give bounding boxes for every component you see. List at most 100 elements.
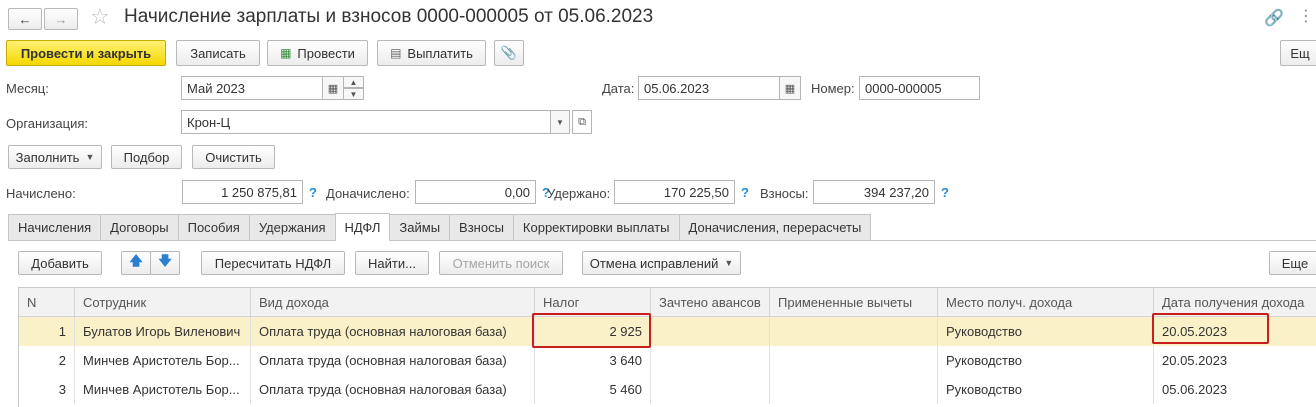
pay-button-label: Выплатить	[407, 45, 473, 61]
employee-cell[interactable]: Булатов Игорь Виленович	[75, 317, 251, 346]
income-type-cell[interactable]: Оплата труда (основная налоговая база)	[251, 346, 535, 375]
column-header-income-place[interactable]: Место получ. дохода	[938, 288, 1154, 317]
withheld-help-icon[interactable]: ?	[741, 185, 749, 200]
organization-open-button[interactable]: ⧉	[572, 110, 592, 134]
number-label: Номер:	[811, 81, 855, 96]
page-title: Начисление зарплаты и взносов 0000-00000…	[124, 6, 654, 27]
tab-deductions[interactable]: Удержания	[248, 214, 336, 240]
advances-cell[interactable]	[651, 346, 770, 375]
organization-field[interactable]: Крон-Ц	[181, 110, 551, 134]
tax-cell[interactable]: 5 460	[535, 375, 651, 404]
month-up-button[interactable]: ▲	[343, 76, 364, 88]
chevron-down-icon: ▼	[724, 258, 734, 268]
income-place-cell[interactable]: Руководство	[938, 375, 1154, 404]
withheld-label: Удержано:	[547, 186, 611, 201]
date-highlight-box	[1152, 313, 1269, 344]
chevron-down-icon: ▼	[556, 117, 564, 127]
add-row-button[interactable]: Добавить	[18, 251, 102, 275]
menu-icon[interactable]: ⋮	[1298, 6, 1314, 26]
fill-button[interactable]: Заполнить ▼	[8, 145, 102, 169]
star-icon[interactable]: ☆	[90, 4, 110, 30]
move-down-button[interactable]: 🡇	[150, 251, 180, 275]
contributions-label: Взносы:	[760, 186, 809, 201]
pay-button[interactable]: ▤ Выплатить	[377, 40, 486, 66]
advances-cell[interactable]	[651, 317, 770, 346]
ndfl-table: N Сотрудник Вид дохода Налог Зачтено ава…	[18, 287, 1316, 407]
tab-benefits[interactable]: Пособия	[177, 214, 250, 240]
accrued-help-icon[interactable]: ?	[309, 185, 317, 200]
table-header: N Сотрудник Вид дохода Налог Зачтено ава…	[19, 288, 1316, 317]
tab-accruals[interactable]: Начисления	[8, 214, 102, 240]
month-down-button[interactable]: ▼	[343, 88, 364, 100]
cancel-corrections-button[interactable]: Отмена исправлений ▼	[582, 251, 741, 275]
post-button-label: Провести	[297, 45, 355, 61]
advances-cell[interactable]	[651, 375, 770, 404]
post-and-close-button[interactable]: Провести и закрыть	[6, 40, 166, 66]
tax-cell[interactable]: 3 640	[535, 346, 651, 375]
find-button[interactable]: Найти...	[355, 251, 429, 275]
row-number: 1	[19, 317, 75, 346]
income-type-cell[interactable]: Оплата труда (основная налоговая база)	[251, 375, 535, 404]
date-calendar-button[interactable]: ▦	[779, 76, 801, 100]
extra-accrued-label: Доначислено:	[326, 186, 410, 201]
tab-ndfl[interactable]: НДФЛ	[334, 213, 391, 241]
table-row[interactable]: 3 Минчев Аристотель Бор... Оплата труда …	[19, 375, 1316, 404]
clear-button[interactable]: Очистить	[192, 145, 275, 169]
cancel-search-button[interactable]: Отменить поиск	[439, 251, 563, 275]
deductions-cell[interactable]	[770, 346, 938, 375]
income-type-cell[interactable]: Оплата труда (основная налоговая база)	[251, 317, 535, 346]
column-header-employee[interactable]: Сотрудник	[75, 288, 251, 317]
tab-loans[interactable]: Займы	[389, 214, 451, 240]
tab-contracts[interactable]: Договоры	[100, 214, 179, 240]
tab-bar: Начисления Договоры Пособия Удержания НД…	[8, 213, 872, 241]
column-header-income-type[interactable]: Вид дохода	[251, 288, 535, 317]
deductions-cell[interactable]	[770, 375, 938, 404]
employee-cell[interactable]: Минчев Аристотель Бор...	[75, 346, 251, 375]
number-field[interactable]: 0000-000005	[859, 76, 980, 100]
attach-button[interactable]: 📎	[494, 40, 524, 66]
date-field[interactable]: 05.06.2023	[638, 76, 780, 100]
grid-more-button[interactable]: Еще	[1269, 251, 1316, 275]
back-button[interactable]: ←	[8, 8, 42, 30]
chevron-up-icon: ▲	[349, 77, 358, 87]
income-place-cell[interactable]: Руководство	[938, 317, 1154, 346]
tab-payment-corrections[interactable]: Корректировки выплаты	[512, 214, 680, 240]
move-up-button[interactable]: 🡅	[121, 251, 151, 275]
arrow-left-icon: ←	[18, 11, 32, 27]
calendar-icon: ▦	[327, 82, 339, 95]
forward-button[interactable]: →	[44, 8, 78, 30]
save-button[interactable]: Записать	[176, 40, 260, 66]
tab-contributions[interactable]: Взносы	[449, 214, 514, 240]
fill-button-label: Заполнить	[15, 149, 80, 165]
tab-recalculations[interactable]: Доначисления, перерасчеты	[678, 214, 872, 240]
income-place-cell[interactable]: Руководство	[938, 346, 1154, 375]
month-field[interactable]: Май 2023	[181, 76, 323, 100]
link-icon[interactable]: 🔗	[1264, 8, 1284, 28]
date-label: Дата:	[602, 81, 635, 96]
more-button[interactable]: Ещ	[1280, 40, 1316, 66]
select-button[interactable]: Подбор	[111, 145, 182, 169]
column-header-n[interactable]: N	[19, 288, 75, 317]
post-button[interactable]: ▦ Провести	[267, 40, 368, 66]
organization-dropdown-button[interactable]: ▼	[550, 110, 570, 134]
income-date-cell[interactable]: 20.05.2023	[1154, 346, 1316, 375]
column-header-deductions[interactable]: Примененные вычеты	[770, 288, 938, 317]
table-row[interactable]: 2 Минчев Аристотель Бор... Оплата труда …	[19, 346, 1316, 375]
paperclip-icon: 📎	[500, 45, 518, 60]
organization-label: Организация:	[6, 116, 89, 131]
contributions-help-icon[interactable]: ?	[941, 185, 949, 200]
table-row[interactable]: 1 Булатов Игорь Виленович Оплата труда (…	[19, 317, 1316, 346]
cancel-corrections-label: Отмена исправлений	[589, 255, 719, 271]
income-date-cell[interactable]: 05.06.2023	[1154, 375, 1316, 404]
column-header-advances[interactable]: Зачтено авансов	[651, 288, 770, 317]
extra-accrued-field: 0,00	[415, 180, 536, 204]
tax-highlight-box	[532, 313, 651, 348]
month-label: Месяц:	[6, 81, 49, 96]
month-calendar-button[interactable]: ▦	[322, 76, 344, 100]
row-number: 3	[19, 375, 75, 404]
recalculate-ndfl-button[interactable]: Пересчитать НДФЛ	[201, 251, 345, 275]
accrued-label: Начислено:	[6, 186, 76, 201]
deductions-cell[interactable]	[770, 317, 938, 346]
employee-cell[interactable]: Минчев Аристотель Бор...	[75, 375, 251, 404]
chevron-down-icon: ▼	[85, 152, 95, 162]
